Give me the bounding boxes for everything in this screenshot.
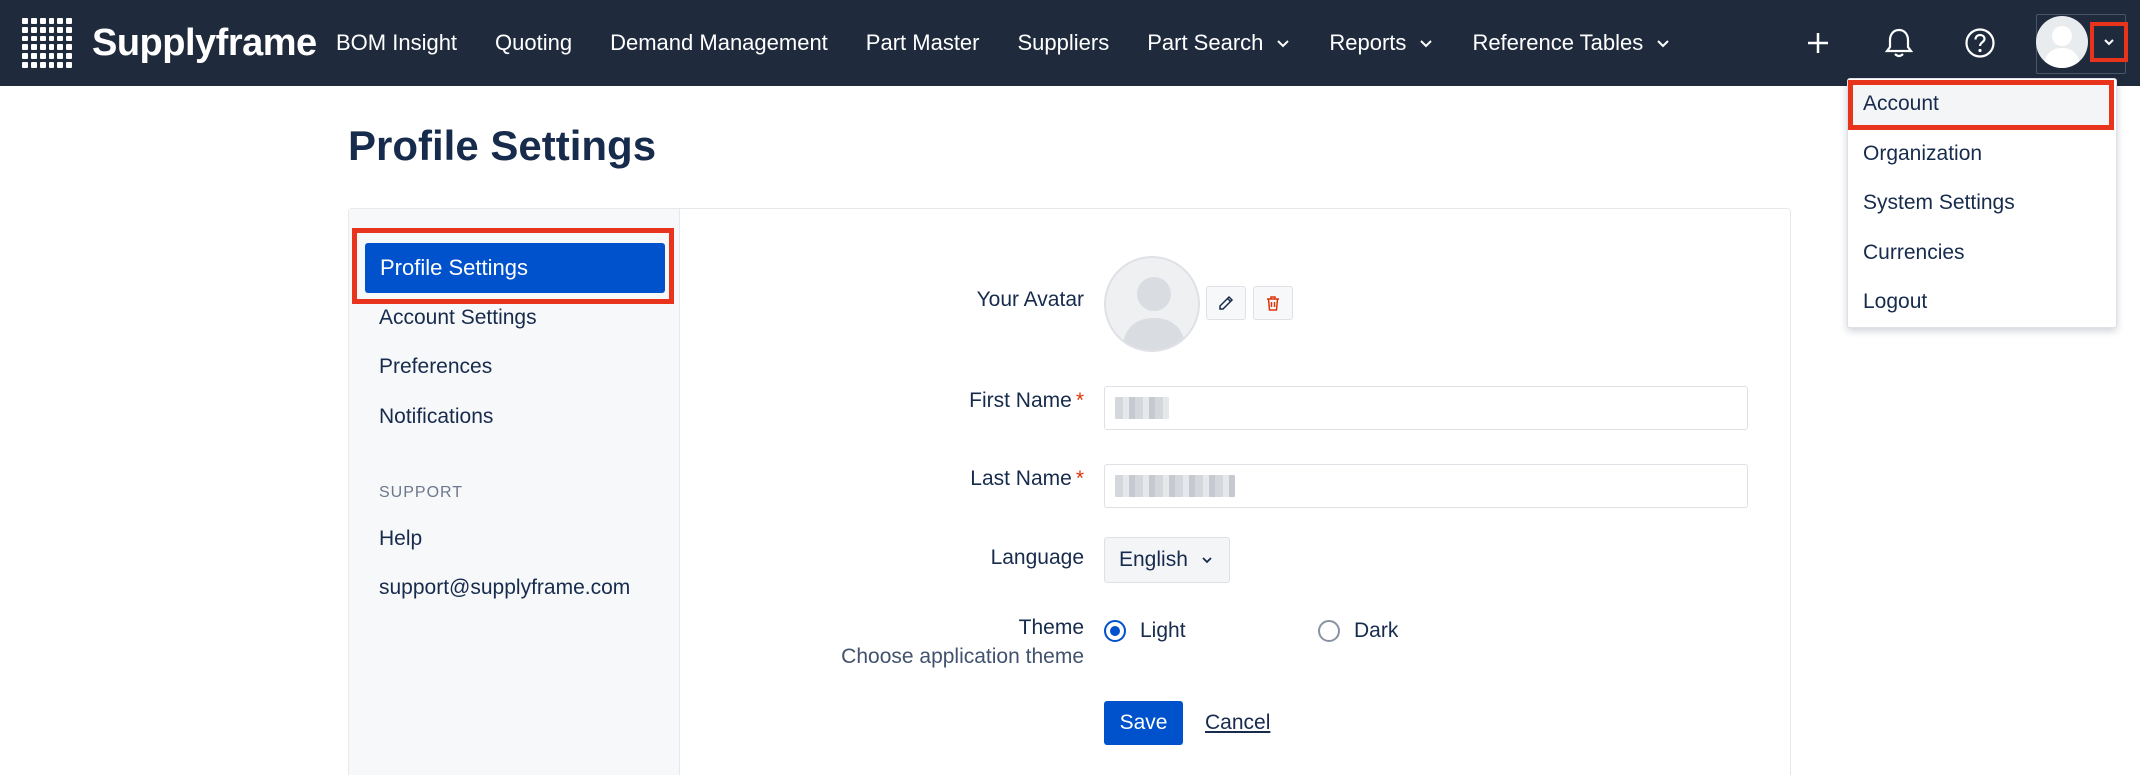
- first-name-input[interactable]: [1104, 386, 1748, 430]
- sidebar-item-notifications[interactable]: Notifications: [379, 405, 493, 429]
- nav-item-part-search[interactable]: Part Search: [1147, 30, 1291, 56]
- theme-radio-light[interactable]: Light: [1104, 619, 1186, 643]
- nav-item-reference-tables[interactable]: Reference Tables: [1472, 30, 1671, 56]
- pencil-icon: [1219, 295, 1234, 310]
- help-icon[interactable]: [1957, 20, 2003, 66]
- profile-avatar: [1104, 256, 1200, 352]
- brand-name: Supplyframe: [92, 21, 317, 64]
- redacted-value: [1115, 397, 1169, 419]
- nav-item-label: Reference Tables: [1472, 30, 1644, 55]
- language-select[interactable]: English: [1104, 537, 1230, 583]
- first-name-label-text: First Name: [969, 389, 1072, 412]
- nav-item-label: Part Master: [865, 30, 980, 55]
- save-button[interactable]: Save: [1104, 701, 1183, 745]
- sidebar-item-preferences[interactable]: Preferences: [379, 355, 492, 379]
- radio-label: Light: [1140, 619, 1186, 642]
- language-label: Language: [990, 546, 1084, 569]
- sidebar-item-account-settings[interactable]: Account Settings: [379, 306, 537, 330]
- nav-item-label: BOM Insight: [336, 30, 458, 55]
- page-title: Profile Settings: [348, 122, 657, 169]
- nav-item-label: Suppliers: [1017, 30, 1110, 55]
- last-name-label: Last Name *: [970, 467, 1084, 491]
- chevron-down-icon: [2104, 39, 2114, 46]
- language-selected-value: English: [1119, 548, 1188, 571]
- avatar-label: Your Avatar: [976, 288, 1084, 311]
- radio-label: Dark: [1354, 619, 1399, 642]
- support-email-link[interactable]: support@supplyframe.com: [379, 576, 630, 600]
- first-name-label: First Name *: [969, 389, 1084, 413]
- grid-logo-icon: [22, 18, 72, 68]
- nav-item-bom-insight[interactable]: BOM Insight: [336, 30, 457, 56]
- plus-icon[interactable]: [1795, 20, 1841, 66]
- sidebar-item-help[interactable]: Help: [379, 527, 422, 551]
- theme-label: Theme: [1018, 616, 1084, 639]
- required-asterisk: *: [1075, 467, 1084, 490]
- last-name-input[interactable]: [1104, 464, 1748, 508]
- sidebar-section-support: SUPPORT: [379, 484, 464, 501]
- highlight-box-profile-settings: [352, 228, 674, 304]
- nav-item-label: Reports: [1329, 30, 1407, 55]
- bell-icon[interactable]: [1876, 20, 1922, 66]
- top-navigation-bar: Supplyframe BOM Insight Quoting Demand M…: [0, 0, 2140, 86]
- radio-circle: [1104, 620, 1126, 642]
- theme-sublabel: Choose application theme: [841, 645, 1084, 668]
- chevron-down-icon: [1277, 40, 1290, 48]
- nav-item-label: Quoting: [495, 30, 573, 55]
- nav-item-demand-management[interactable]: Demand Management: [610, 30, 828, 56]
- menu-item-logout[interactable]: Logout: [1863, 290, 1927, 314]
- chevron-down-icon: [1420, 40, 1433, 48]
- menu-item-organization[interactable]: Organization: [1863, 142, 1982, 166]
- user-menu-toggle-button[interactable]: [2090, 22, 2128, 62]
- radio-circle: [1318, 620, 1340, 642]
- chevron-down-icon: [1202, 557, 1212, 564]
- user-avatar[interactable]: [2036, 16, 2088, 68]
- last-name-label-text: Last Name: [970, 467, 1072, 490]
- required-asterisk: *: [1075, 389, 1084, 412]
- nav-item-quoting[interactable]: Quoting: [495, 30, 572, 56]
- theme-radio-dark[interactable]: Dark: [1318, 619, 1398, 643]
- delete-avatar-button[interactable]: [1253, 286, 1293, 320]
- brand-logo[interactable]: Supplyframe: [22, 16, 317, 70]
- cancel-button[interactable]: Cancel: [1205, 711, 1270, 735]
- nav-item-suppliers[interactable]: Suppliers: [1018, 30, 1110, 56]
- nav-item-reports[interactable]: Reports: [1329, 30, 1434, 56]
- edit-avatar-button[interactable]: [1206, 286, 1246, 320]
- menu-item-system-settings[interactable]: System Settings: [1863, 191, 2015, 215]
- main-nav: BOM Insight Quoting Demand Management Pa…: [336, 0, 1709, 86]
- chevron-down-icon: [1657, 40, 1669, 48]
- nav-item-label: Demand Management: [610, 30, 828, 55]
- nav-item-label: Part Search: [1147, 30, 1264, 55]
- menu-item-currencies[interactable]: Currencies: [1863, 241, 1965, 265]
- menu-item-account[interactable]: Account: [1863, 92, 1939, 116]
- redacted-value: [1115, 475, 1235, 497]
- trash-icon: [1267, 296, 1279, 311]
- nav-item-part-master[interactable]: Part Master: [866, 30, 980, 56]
